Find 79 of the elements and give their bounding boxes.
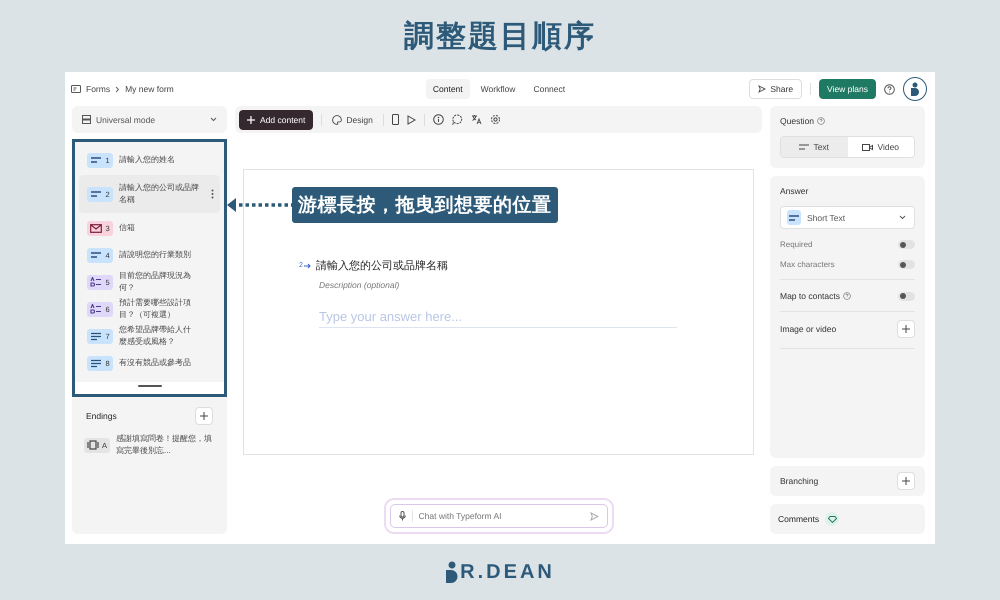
breadcrumb-link[interactable]: Forms <box>86 84 110 94</box>
description-placeholder[interactable]: Description (optional) <box>319 280 753 290</box>
chat-bubble-icon[interactable] <box>452 114 463 125</box>
logo-icon <box>445 560 460 584</box>
toggle-switch[interactable] <box>898 260 915 269</box>
short-text-icon <box>90 156 102 164</box>
video-camera-icon <box>862 144 874 150</box>
nav-tab[interactable]: Workflow <box>474 79 522 99</box>
send-icon <box>758 85 766 93</box>
text-lines-icon <box>799 144 810 150</box>
short-text-icon <box>788 214 800 222</box>
question-panel-title: Question <box>780 116 814 126</box>
callout-label: 游標長按，拖曳到想要的位置 <box>292 187 558 223</box>
add-ending-button[interactable] <box>195 407 213 425</box>
microphone-icon[interactable] <box>398 511 406 521</box>
plus-icon <box>902 325 910 333</box>
short-text-icon <box>90 251 102 259</box>
short-text-icon <box>90 190 102 198</box>
translate-icon[interactable] <box>470 114 482 125</box>
avatar-logo-icon <box>909 82 921 96</box>
add-media-button[interactable] <box>897 320 915 338</box>
answer-type-select[interactable]: Short Text <box>780 206 915 229</box>
form-icon <box>71 85 81 93</box>
avatar[interactable] <box>903 77 927 101</box>
help-icon[interactable] <box>817 117 826 125</box>
answer-panel-title: Answer <box>780 186 810 196</box>
play-icon[interactable] <box>406 114 416 124</box>
question-item[interactable]: 請說明您的行業類別 <box>119 249 193 261</box>
ending-item[interactable]: 感謝填寫問卷！提醒您，填寫完畢後別忘... <box>116 433 215 457</box>
media-label: Image or video <box>780 324 836 334</box>
question-item[interactable]: 有沒有競品或參考品 <box>119 357 193 369</box>
share-button[interactable]: Share <box>749 79 802 99</box>
comments-label: Comments <box>778 514 820 524</box>
toggle-label: Max characters <box>780 260 835 269</box>
toggle-label: Required <box>780 240 812 249</box>
more-icon[interactable] <box>211 189 214 199</box>
plus-icon <box>902 477 910 485</box>
design-button[interactable]: Design <box>330 112 375 126</box>
branching-label: Branching <box>780 476 818 486</box>
scroll-handle[interactable] <box>138 385 162 387</box>
chevron-icon <box>115 86 120 92</box>
envelope-icon <box>90 224 102 232</box>
endings-title: Endings <box>86 411 117 421</box>
plus-icon <box>247 116 255 124</box>
chevron-down-icon <box>899 215 906 220</box>
plus-icon <box>200 412 208 420</box>
chevron-down-icon <box>210 117 217 122</box>
phone-icon[interactable] <box>392 114 399 125</box>
multiple-choice-icon <box>90 277 102 287</box>
view-plans-button[interactable]: View plans <box>819 79 876 99</box>
segment-tab[interactable]: Text <box>781 137 848 157</box>
help-icon[interactable] <box>884 84 895 94</box>
add-branching-button[interactable] <box>897 472 915 490</box>
question-item[interactable]: 信箱 <box>119 222 193 234</box>
question-item[interactable]: 請輸入您的姓名 <box>119 154 193 166</box>
layout-icon <box>82 115 91 124</box>
multiple-choice-icon <box>90 304 102 314</box>
nav-tab[interactable]: Connect <box>526 79 572 99</box>
question-item[interactable]: 預計需要哪些設計項目？（可複選） <box>119 297 193 321</box>
nav-tab[interactable]: Content <box>426 79 470 99</box>
help-icon[interactable] <box>843 292 852 300</box>
mode-select[interactable]: Universal mode <box>72 106 227 133</box>
long-text-icon <box>90 358 102 368</box>
settings-icon[interactable] <box>490 114 501 125</box>
toggle-switch[interactable] <box>898 240 915 249</box>
question-item[interactable]: 目前您的品牌現況為何？ <box>119 270 193 294</box>
add-content-button[interactable]: Add content <box>239 110 314 130</box>
brand-logo: R.DEAN <box>460 560 555 584</box>
page-title: 調整題目順序 <box>404 18 596 54</box>
palette-icon <box>332 114 342 124</box>
question-title[interactable]: 請輸入您的公司或品牌名稱 <box>316 258 448 273</box>
long-text-icon <box>90 332 102 340</box>
question-item[interactable]: 您希望品牌帶給人什麼感受或風格？ <box>119 324 193 348</box>
ending-icon <box>86 440 99 450</box>
breadcrumb-link[interactable]: My new form <box>125 84 174 94</box>
ai-chat-field[interactable]: Chat with Typeform AI <box>390 504 608 528</box>
toggle-label: Map to contacts <box>780 291 840 301</box>
segment-tab[interactable]: Video <box>848 137 914 157</box>
toggle-switch[interactable] <box>898 292 915 300</box>
